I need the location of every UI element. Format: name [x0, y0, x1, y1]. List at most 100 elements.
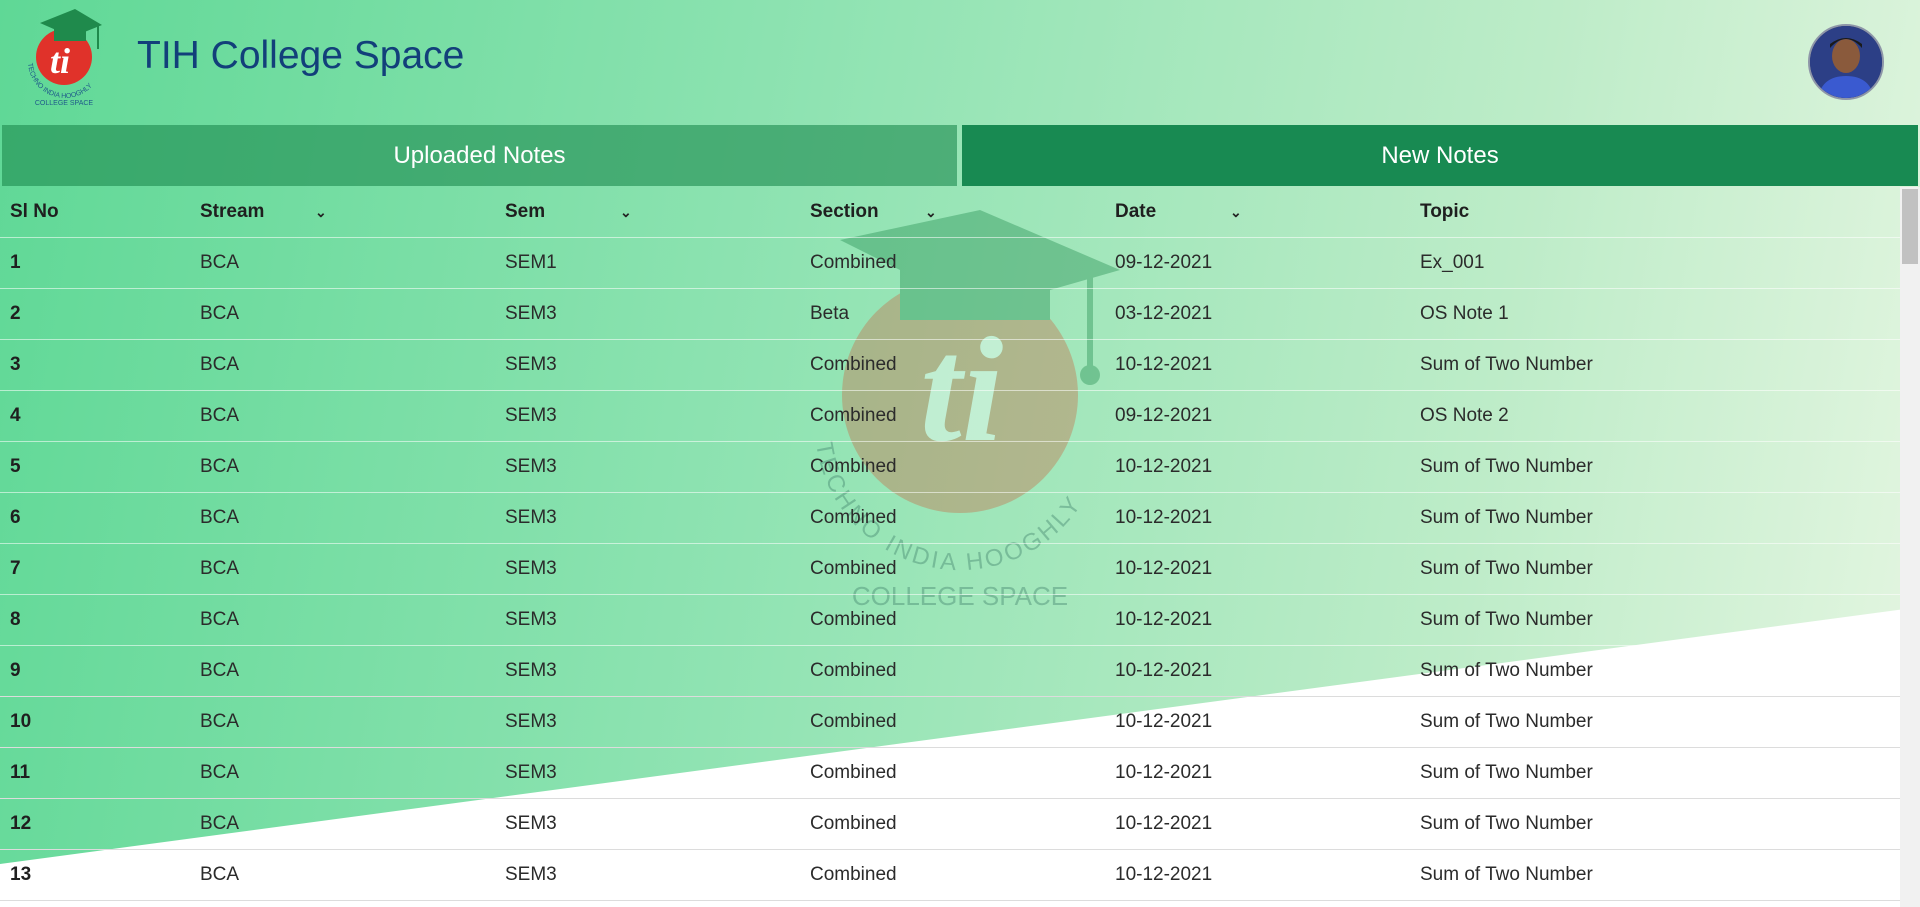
- cell-date: 10-12-2021: [1105, 441, 1410, 493]
- cell-sl: 3: [0, 339, 190, 391]
- cell-date: 09-12-2021: [1105, 237, 1410, 289]
- header-section[interactable]: Section ⌄: [800, 187, 1105, 238]
- cell-sl: 6: [0, 492, 190, 544]
- table-row[interactable]: 13 BCA SEM3 Combined 10-12-2021 Sum of Two Nu…: [0, 849, 1900, 901]
- header-sl-no: Sl No: [0, 187, 190, 238]
- user-avatar[interactable]: [1808, 24, 1884, 100]
- cell-sl: 13: [0, 849, 190, 901]
- cell-sem: SEM3: [495, 288, 800, 340]
- cell-date: 03-12-2021: [1105, 288, 1410, 340]
- table-row[interactable]: 1 BCA SEM1 Combined 09-12-2021 Ex_001: [0, 237, 1900, 289]
- header-stream[interactable]: Stream ⌄: [190, 187, 495, 238]
- cell-stream: BCA: [190, 849, 495, 901]
- table-row[interactable]: 12 BCA SEM3 Combined 10-12-2021 Sum of Two Nu…: [0, 798, 1900, 850]
- cell-date: 09-12-2021: [1105, 390, 1410, 442]
- cell-date: 10-12-2021: [1105, 696, 1410, 748]
- cell-date: 10-12-2021: [1105, 543, 1410, 595]
- cell-stream: BCA: [190, 390, 495, 442]
- cell-sl: 1: [0, 237, 190, 289]
- cell-topic: Sum of Two Number: [1410, 492, 1900, 544]
- cell-stream: BCA: [190, 288, 495, 340]
- table-row[interactable]: 4 BCA SEM3 Combined 09-12-2021 OS Note 2: [0, 390, 1900, 442]
- cell-section: Combined: [800, 645, 1105, 697]
- header-date[interactable]: Date ⌄: [1105, 187, 1410, 238]
- vertical-scrollbar[interactable]: [1900, 187, 1920, 907]
- table-row[interactable]: 6 BCA SEM3 Combined 10-12-2021 Sum of Two Num…: [0, 492, 1900, 544]
- scrollbar-thumb[interactable]: [1902, 189, 1918, 264]
- cell-stream: BCA: [190, 441, 495, 493]
- cell-sem: SEM1: [495, 237, 800, 289]
- chevron-down-icon[interactable]: ⌄: [1230, 204, 1242, 221]
- cell-section: Combined: [800, 849, 1105, 901]
- svg-text:ti: ti: [50, 41, 70, 81]
- cell-sem: SEM3: [495, 798, 800, 850]
- cell-date: 10-12-2021: [1105, 747, 1410, 799]
- cell-date: 10-12-2021: [1105, 594, 1410, 646]
- cell-date: 10-12-2021: [1105, 645, 1410, 697]
- cell-sl: 9: [0, 645, 190, 697]
- cell-date: 10-12-2021: [1105, 492, 1410, 544]
- svg-text:COLLEGE SPACE: COLLEGE SPACE: [35, 100, 94, 107]
- cell-sl: 10: [0, 696, 190, 748]
- cell-topic: Sum of Two Number: [1410, 594, 1900, 646]
- cell-stream: BCA: [190, 645, 495, 697]
- cell-stream: BCA: [190, 339, 495, 391]
- cell-sl: 4: [0, 390, 190, 442]
- cell-sem: SEM3: [495, 543, 800, 595]
- cell-date: 10-12-2021: [1105, 849, 1410, 901]
- cell-sl: 11: [0, 747, 190, 799]
- cell-sl: 2: [0, 288, 190, 340]
- college-logo-icon[interactable]: ti TECHNO INDIA HOOGHLY COLLEGE SPACE: [20, 5, 108, 109]
- cell-section: Combined: [800, 390, 1105, 442]
- table-row[interactable]: 11 BCA SEM3 Combined 10-12-2021 Sum of Two Nu…: [0, 747, 1900, 799]
- cell-sl: 5: [0, 441, 190, 493]
- cell-section: Combined: [800, 543, 1105, 595]
- table-row[interactable]: 5 BCA SEM3 Combined 10-12-2021 Sum of Two Num…: [0, 441, 1900, 493]
- cell-sl: 7: [0, 543, 190, 595]
- cell-section: Beta: [800, 288, 1105, 340]
- header-section-label: Section: [810, 201, 879, 222]
- cell-stream: BCA: [190, 747, 495, 799]
- header-sem[interactable]: Sem ⌄: [495, 187, 800, 238]
- cell-sem: SEM3: [495, 696, 800, 748]
- cell-stream: BCA: [190, 492, 495, 544]
- cell-topic: Sum of Two Number: [1410, 543, 1900, 595]
- cell-date: 10-12-2021: [1105, 798, 1410, 850]
- notes-table: Sl No Stream ⌄ Sem ⌄ Section ⌄ Date ⌄ Topic …: [0, 187, 1900, 901]
- header-sem-label: Sem: [505, 201, 546, 222]
- table-row[interactable]: 8 BCA SEM3 Combined 10-12-2021 Sum of Two Num…: [0, 594, 1900, 646]
- cell-stream: BCA: [190, 798, 495, 850]
- tab-uploaded-notes[interactable]: Uploaded Notes: [2, 125, 957, 186]
- cell-stream: BCA: [190, 237, 495, 289]
- table-row[interactable]: 10 BCA SEM3 Combined 10-12-2021 Sum of Two Nu…: [0, 696, 1900, 748]
- chevron-down-icon[interactable]: ⌄: [925, 204, 937, 221]
- cell-topic: Sum of Two Number: [1410, 798, 1900, 850]
- cell-topic: Sum of Two Number: [1410, 339, 1900, 391]
- cell-section: Combined: [800, 696, 1105, 748]
- table-row[interactable]: 2 BCA SEM3 Beta 03-12-2021 OS Note 1: [0, 288, 1900, 340]
- cell-sem: SEM3: [495, 339, 800, 391]
- table-row[interactable]: 9 BCA SEM3 Combined 10-12-2021 Sum of Two Num…: [0, 645, 1900, 697]
- cell-topic: Sum of Two Number: [1410, 645, 1900, 697]
- cell-sl: 8: [0, 594, 190, 646]
- chevron-down-icon[interactable]: ⌄: [315, 204, 327, 221]
- table-row[interactable]: 7 BCA SEM3 Combined 10-12-2021 Sum of Two Num…: [0, 543, 1900, 595]
- notes-tabs: Uploaded Notes New Notes: [0, 125, 1920, 187]
- cell-topic: Sum of Two Number: [1410, 747, 1900, 799]
- cell-section: Combined: [800, 798, 1105, 850]
- header-stream-label: Stream: [200, 201, 265, 222]
- cell-stream: BCA: [190, 543, 495, 595]
- cell-topic: Ex_001: [1410, 237, 1900, 289]
- user-avatar-icon: [1810, 26, 1882, 98]
- app-title: TIH College Space: [137, 34, 465, 77]
- tab-new-notes[interactable]: New Notes: [962, 125, 1918, 186]
- cell-section: Combined: [800, 492, 1105, 544]
- cell-stream: BCA: [190, 594, 495, 646]
- cell-sem: SEM3: [495, 594, 800, 646]
- table-header-row: Sl No Stream ⌄ Sem ⌄ Section ⌄ Date ⌄ Topic: [0, 187, 1900, 238]
- cell-stream: BCA: [190, 696, 495, 748]
- cell-topic: OS Note 2: [1410, 390, 1900, 442]
- table-row[interactable]: 3 BCA SEM3 Combined 10-12-2021 Sum of Two Num…: [0, 339, 1900, 391]
- chevron-down-icon[interactable]: ⌄: [620, 204, 632, 221]
- cell-section: Combined: [800, 747, 1105, 799]
